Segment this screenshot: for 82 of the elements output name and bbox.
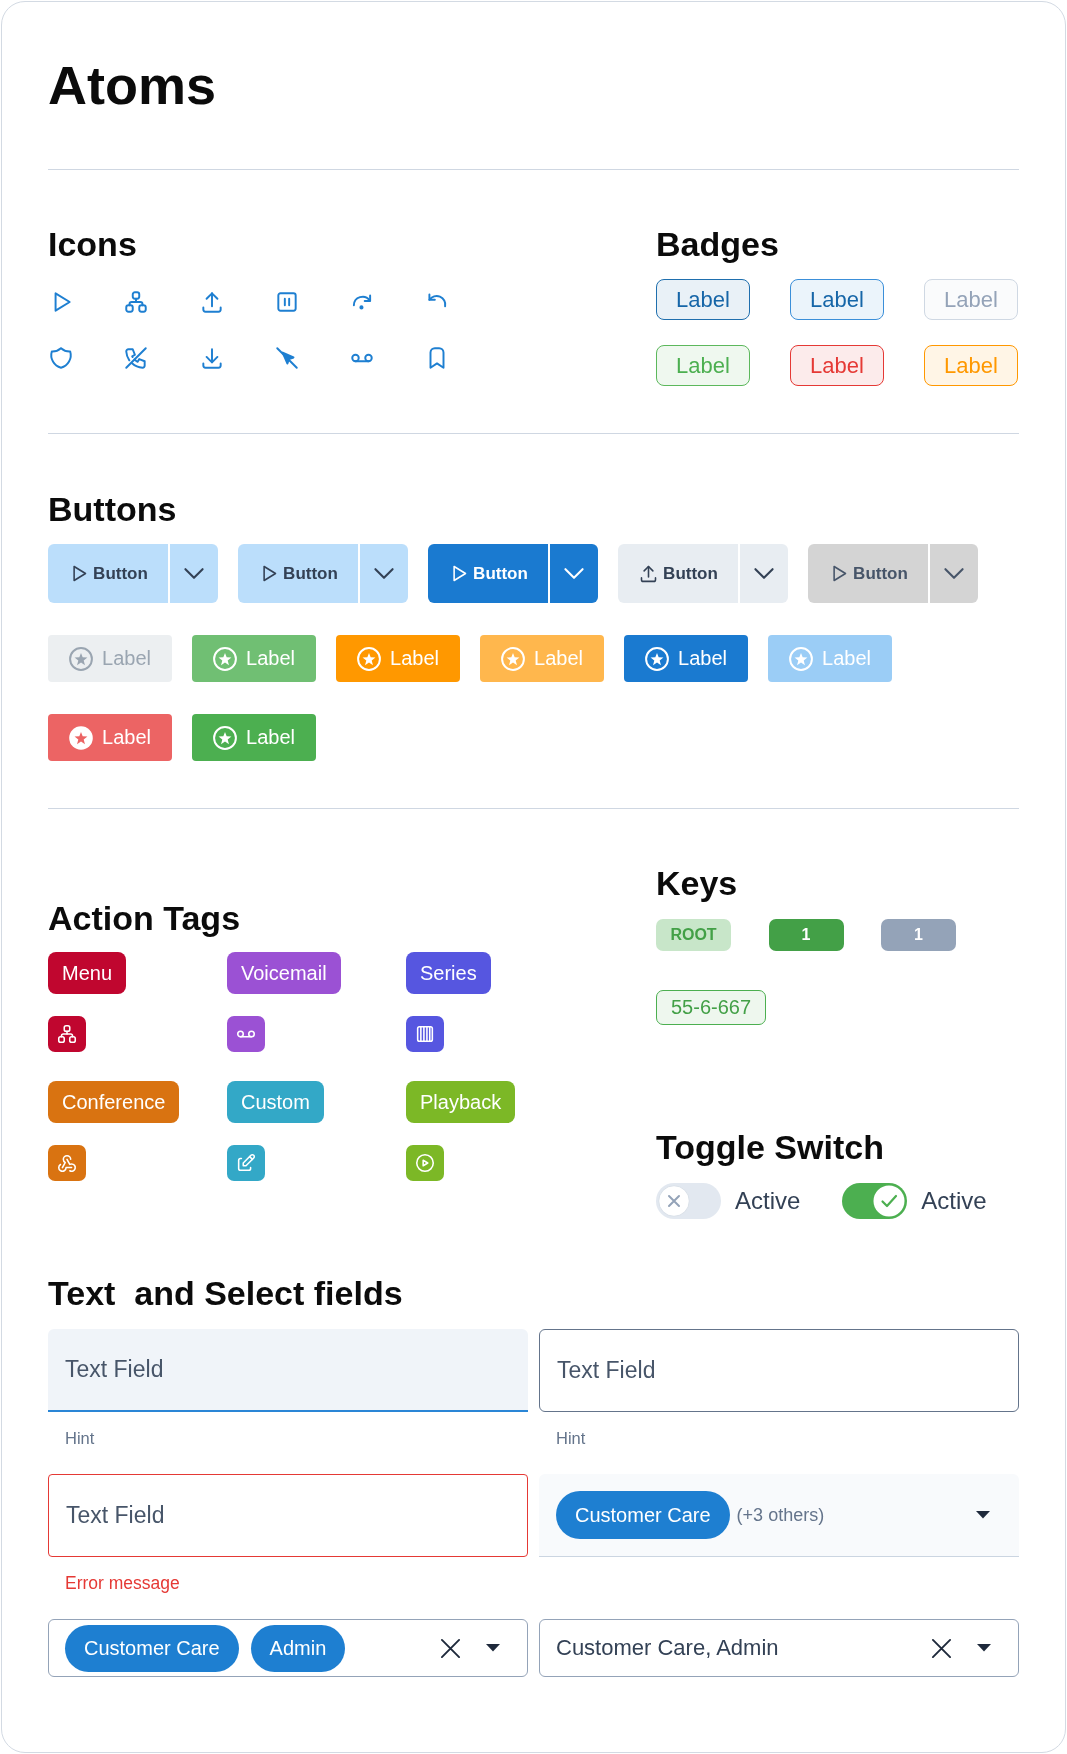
sitemap-icon [123,289,150,315]
star-circle-icon [357,646,382,671]
badge: Label [790,345,884,386]
label-button[interactable]: Label [624,635,748,682]
voicemail-icon [227,1016,265,1052]
action-tag: Conference [48,1081,180,1123]
action-button[interactable]: Button [808,544,928,603]
hint-text: Hint [556,1428,586,1448]
star-circle-icon [213,646,238,671]
section-heading: Badges [656,224,780,265]
label-button[interactable]: Label [48,714,172,761]
caret-down-icon[interactable] [977,1644,991,1652]
star-circle-icon [69,646,94,671]
toggle-label: Active [921,1187,987,1215]
toggle-switch[interactable] [842,1183,908,1219]
select-field[interactable]: Customer Care Admin [48,1619,528,1677]
badge: Label [790,279,884,320]
section-heading: Buttons [48,489,178,530]
action-button[interactable]: Button [618,544,738,603]
key-chip: ROOT [656,919,731,951]
section-heading: Text and Select fields [48,1273,404,1314]
action-tag: Series [406,952,491,994]
action-tag: Menu [48,952,127,994]
x-icon [658,1185,690,1217]
chevron-down-icon [564,568,584,579]
page-title: Atoms [48,54,217,117]
star-circle-icon [213,725,238,750]
action-button[interactable]: Button [238,544,358,603]
clear-icon[interactable] [440,1637,461,1659]
text-field[interactable]: Text Field [48,1329,528,1412]
section-heading: Keys [656,863,739,904]
star-circle-icon [501,646,526,671]
dropdown-button[interactable] [740,544,788,603]
badge: Label [924,279,1018,320]
section-heading: Toggle Switch [656,1127,885,1168]
webhook-icon [48,1145,86,1181]
text-field[interactable]: Text Field [48,1474,528,1557]
select-field[interactable]: Customer Care, Admin [539,1619,1019,1677]
sitemap-icon [48,1016,86,1052]
more-count: (+3 others) [736,1504,825,1526]
caret-down-icon[interactable] [486,1644,500,1652]
select-value: Customer Care, Admin [556,1635,779,1661]
action-button[interactable]: Button [48,544,168,603]
selected-option: Customer Care [65,1624,239,1672]
badge: Label [924,345,1018,386]
badge: Label [656,345,750,386]
section-heading: Icons [48,224,138,265]
action-tag: Playback [406,1081,516,1123]
key-chip: 1 [881,919,956,951]
text-field[interactable]: Text Field [539,1329,1019,1412]
toggle-label: Active [735,1187,801,1215]
label-button[interactable]: Label [192,714,316,761]
hint-text: Hint [65,1428,95,1448]
selected-option: Admin [250,1624,346,1672]
star-circle-icon [645,646,670,671]
chevron-down-icon [374,568,394,579]
label-button[interactable]: Label [192,635,316,682]
selected-option: Customer Care [556,1491,730,1539]
section-heading: Action Tags [48,898,242,939]
phone-off-icon [123,345,150,371]
shield-icon [48,345,74,371]
toggle-switch[interactable] [656,1183,721,1219]
select-field[interactable]: Customer Care (+3 others) [539,1474,1019,1557]
caret-down-icon[interactable] [976,1511,990,1519]
edit-icon [227,1145,265,1181]
pointer-off-icon [273,345,300,371]
star-circle-icon [789,646,814,671]
badge: Label [656,279,750,320]
action-tag: Custom [227,1081,324,1123]
key-chip: 55-6-667 [656,990,767,1025]
chevron-down-icon [184,568,204,579]
clear-icon[interactable] [931,1637,952,1659]
chevron-down-icon [754,568,774,579]
columns-icon [406,1016,444,1052]
star-circle-icon [69,725,94,750]
action-tag: Voicemail [227,952,341,994]
error-message: Error message [65,1573,180,1593]
key-chip: 1 [768,919,844,951]
chevron-down-icon [944,568,964,579]
dropdown-button[interactable] [550,544,598,603]
action-button[interactable]: Button [428,544,548,603]
check-icon [873,1185,906,1217]
